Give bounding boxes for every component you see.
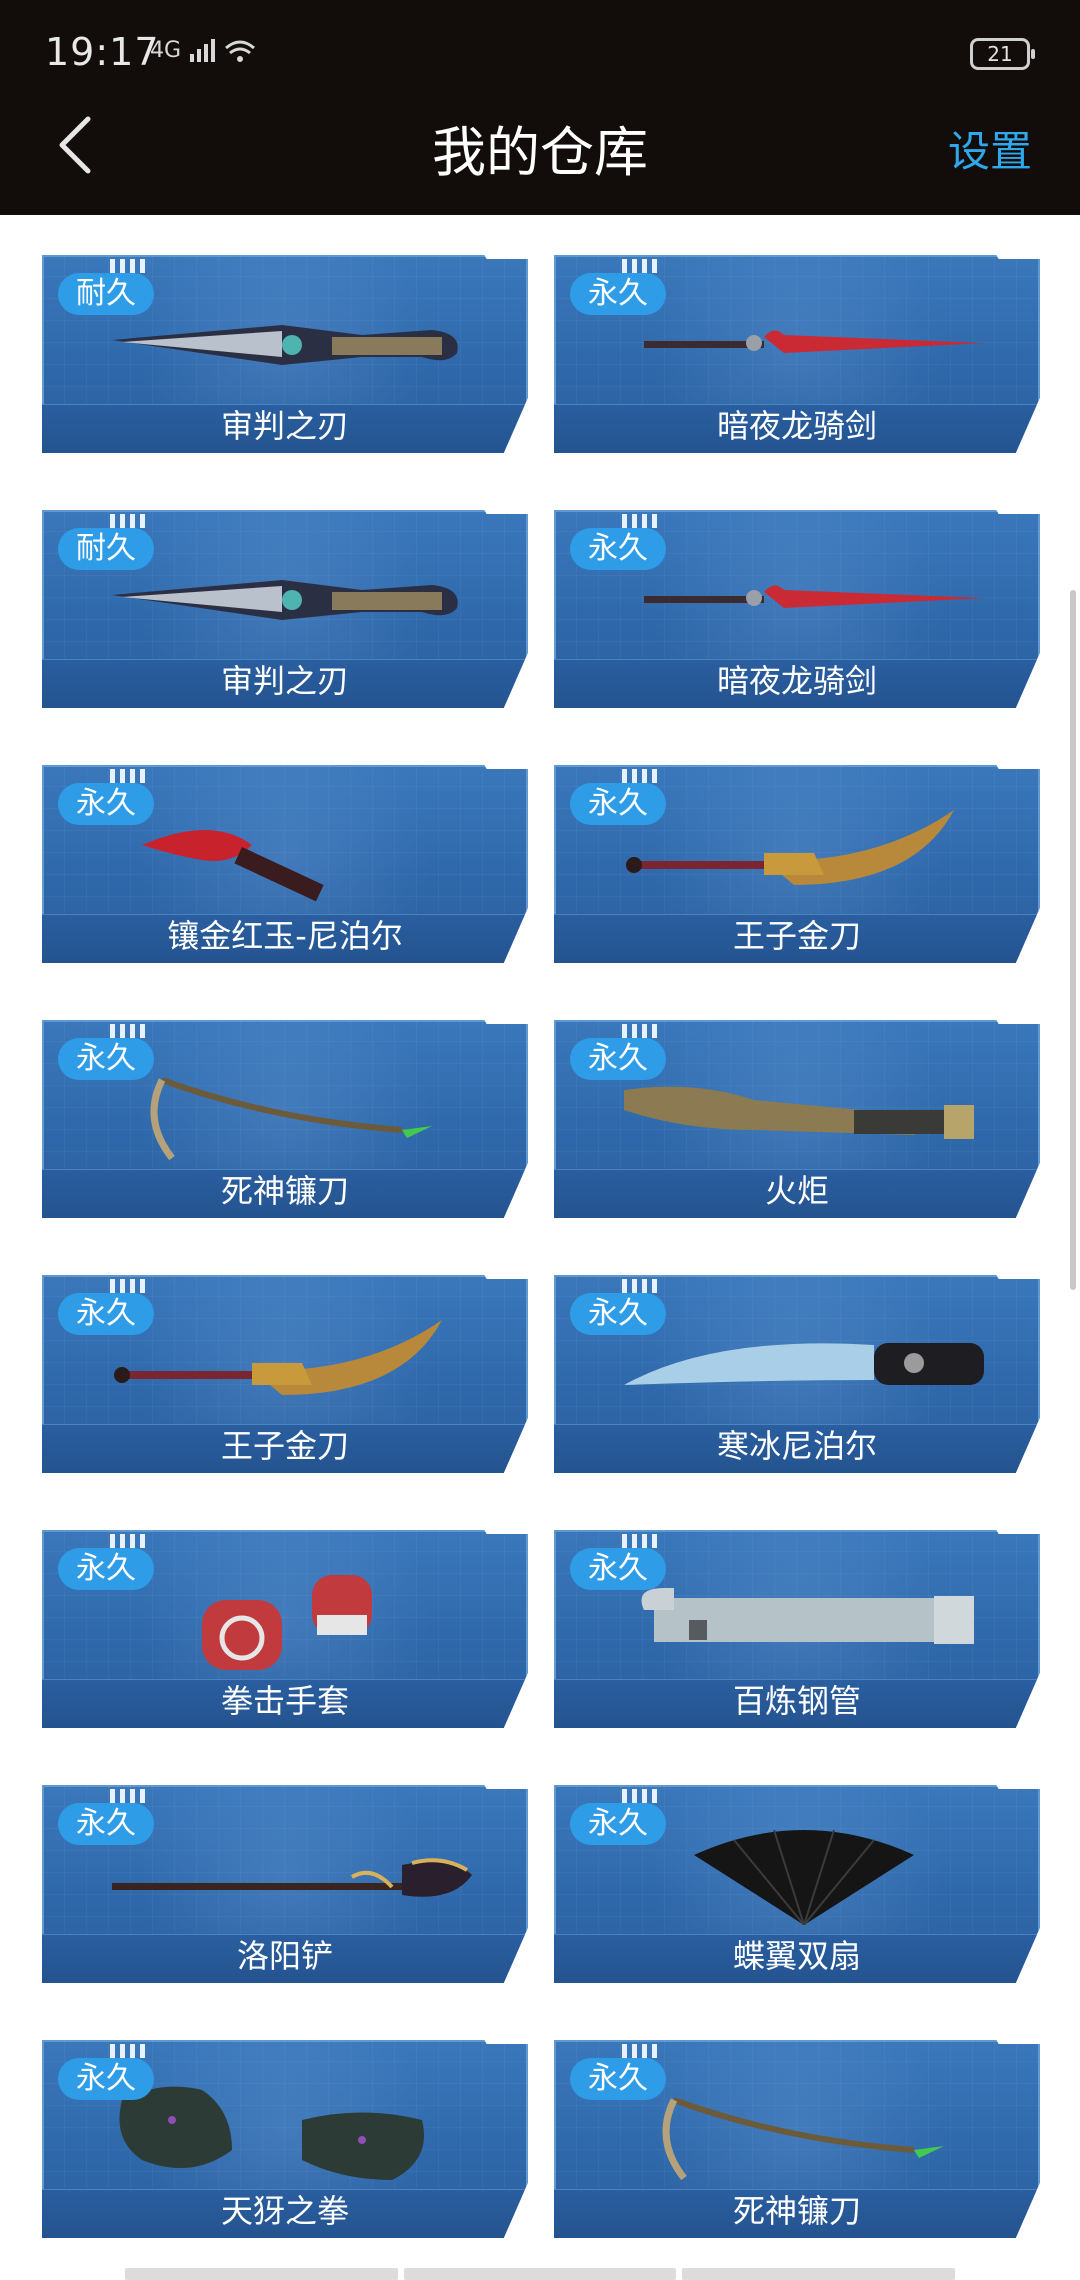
golden-blade-icon	[102, 1315, 482, 1415]
card-corner-ticks	[110, 259, 146, 273]
item-name: 洛阳铲	[236, 1937, 333, 1975]
inventory-item-card[interactable]: 永久暗夜龙骑剑	[554, 510, 1040, 708]
network-type: 4G	[150, 38, 182, 63]
item-name: 王子金刀	[732, 917, 861, 955]
durability-tag: 耐久	[58, 528, 154, 570]
item-name: 拳击手套	[220, 1682, 349, 1720]
ice-knife-icon	[614, 1315, 994, 1415]
battery-indicator: 21	[970, 38, 1035, 70]
item-name: 审判之刃	[220, 407, 349, 445]
bottom-indicator	[125, 2268, 956, 2280]
red-sword-icon	[614, 550, 994, 650]
item-name: 百炼钢管	[732, 1682, 861, 1720]
golden-blade-icon	[614, 805, 994, 905]
card-corner-ticks	[110, 2044, 146, 2058]
durability-tag: 耐久	[58, 273, 154, 315]
durability-tag: 永久	[570, 1803, 666, 1845]
item-name: 蝶翼双扇	[732, 1937, 861, 1975]
durability-tag: 永久	[570, 528, 666, 570]
item-name: 审判之刃	[220, 662, 349, 700]
item-name: 天犽之拳	[220, 2192, 349, 2230]
steel-pipe-icon	[614, 1570, 994, 1670]
spade-icon	[102, 1825, 482, 1925]
card-corner-ticks	[110, 1024, 146, 1038]
inventory-item-card[interactable]: 永久火炬	[554, 1020, 1040, 1218]
inventory-item-card[interactable]: 永久洛阳铲	[42, 1785, 528, 1983]
claw-gloves-icon	[102, 2080, 482, 2180]
scrollbar[interactable]	[1070, 590, 1076, 1290]
item-name: 死神镰刀	[220, 1172, 349, 1210]
item-name: 死神镰刀	[732, 2192, 861, 2230]
inventory-item-card[interactable]: 耐久审判之刃	[42, 255, 528, 453]
card-corner-ticks	[622, 1024, 658, 1038]
inventory-item-card[interactable]: 永久寒冰尼泊尔	[554, 1275, 1040, 1473]
item-name: 王子金刀	[220, 1427, 349, 1465]
item-name: 暗夜龙骑剑	[716, 407, 877, 445]
card-corner-ticks	[622, 1789, 658, 1803]
card-corner-ticks	[110, 1279, 146, 1293]
card-corner-ticks	[622, 259, 658, 273]
item-name: 火炬	[764, 1172, 829, 1210]
inventory-item-card[interactable]: 永久镶金红玉-尼泊尔	[42, 765, 528, 963]
signal-wifi-icon: 4G	[150, 36, 268, 66]
inventory-item-card[interactable]: 永久死神镰刀	[42, 1020, 528, 1218]
inventory-item-card[interactable]: 永久王子金刀	[42, 1275, 528, 1473]
dagger-icon	[102, 550, 482, 650]
inventory-item-card[interactable]: 永久王子金刀	[554, 765, 1040, 963]
item-name: 镶金红玉-尼泊尔	[167, 917, 403, 955]
card-corner-ticks	[110, 1789, 146, 1803]
top-bar: 19:17 4G 21 我的仓库 设置	[0, 0, 1080, 215]
scythe-icon	[614, 2080, 994, 2181]
durability-tag: 永久	[570, 1293, 666, 1335]
inventory-item-card[interactable]: 耐久审判之刃	[42, 510, 528, 708]
durability-tag: 永久	[58, 1803, 154, 1845]
card-corner-ticks	[622, 769, 658, 783]
durability-tag: 永久	[58, 1038, 154, 1080]
red-sword-icon	[614, 295, 994, 395]
inventory-item-card[interactable]: 永久拳击手套	[42, 1530, 528, 1728]
page-title: 我的仓库	[432, 121, 648, 184]
inventory-item-card[interactable]: 永久天犽之拳	[42, 2040, 528, 2238]
inventory-item-card[interactable]: 永久死神镰刀	[554, 2040, 1040, 2238]
inventory-item-card[interactable]: 永久蝶翼双扇	[554, 1785, 1040, 1983]
kukri-icon	[102, 805, 482, 905]
torch-icon	[614, 1060, 994, 1160]
durability-tag: 永久	[570, 1038, 666, 1080]
inventory-item-card[interactable]: 永久暗夜龙骑剑	[554, 255, 1040, 453]
boxing-gloves-icon	[102, 1570, 482, 1670]
durability-tag: 永久	[570, 783, 666, 825]
item-name: 寒冰尼泊尔	[716, 1427, 877, 1465]
durability-tag: 永久	[58, 783, 154, 825]
card-corner-ticks	[110, 1534, 146, 1548]
durability-tag: 永久	[570, 2058, 666, 2100]
inventory-item-card[interactable]: 永久百炼钢管	[554, 1530, 1040, 1728]
card-corner-ticks	[622, 2044, 658, 2058]
card-corner-ticks	[110, 769, 146, 783]
card-corner-ticks	[622, 1279, 658, 1293]
card-corner-ticks	[622, 1534, 658, 1548]
durability-tag: 永久	[570, 1548, 666, 1590]
status-time: 19:17	[45, 30, 160, 74]
item-name: 暗夜龙骑剑	[716, 662, 877, 700]
scythe-icon	[102, 1060, 482, 1161]
card-corner-ticks	[622, 514, 658, 528]
durability-tag: 永久	[58, 1293, 154, 1335]
fan-icon	[614, 1825, 994, 1926]
durability-tag: 永久	[58, 1548, 154, 1590]
settings-button[interactable]: 设置	[948, 118, 1032, 179]
durability-tag: 永久	[570, 273, 666, 315]
card-corner-ticks	[110, 514, 146, 528]
dagger-icon	[102, 295, 482, 395]
durability-tag: 永久	[58, 2058, 154, 2100]
